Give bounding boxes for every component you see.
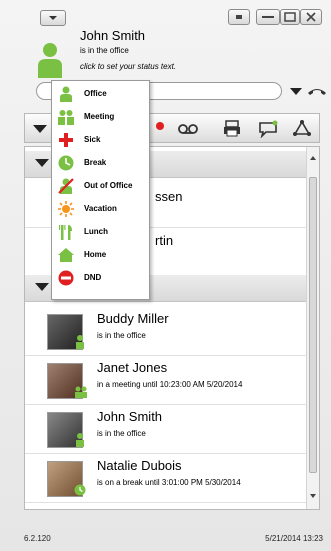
contact-status: is in the office (97, 331, 146, 340)
contact-name: Buddy Miller (97, 311, 169, 326)
conference-button[interactable] (291, 118, 313, 138)
contact-name: Natalie Dubois (97, 458, 182, 473)
scrollbar-thumb[interactable] (309, 177, 317, 473)
sun-icon (58, 201, 74, 217)
contact-name: John Smith (97, 409, 163, 424)
minimize-icon (262, 16, 274, 18)
contact-name: Janet Jones (97, 360, 168, 375)
status-dropdown-button[interactable] (289, 84, 303, 98)
status-menu-label: DND (84, 273, 102, 282)
close-icon (306, 12, 316, 22)
profile-name: John Smith (80, 28, 146, 43)
window-menu-button[interactable] (40, 10, 66, 26)
contact-name-fragment: ssen (155, 189, 183, 204)
house-icon (58, 248, 74, 262)
triangle-down-icon (290, 88, 302, 95)
contact-status: is in the office (97, 429, 146, 438)
status-menu: Office Meeting Sick Break Out of Office … (51, 80, 150, 300)
status-break-icon (74, 484, 86, 496)
contact-status: in a meeting until 10:23:00 AM 5/20/2014 (97, 380, 243, 389)
status-menu-label: Vacation (84, 204, 117, 213)
collapse-button[interactable] (29, 118, 51, 138)
person-slashed-icon (58, 178, 74, 194)
status-menu-label: Sick (84, 135, 101, 144)
voicemail-button[interactable] (177, 118, 199, 138)
fork-knife-icon (59, 225, 72, 240)
people-green-icon (58, 110, 74, 125)
badge-indicator (149, 116, 171, 136)
green-clock-icon (58, 155, 74, 171)
triangle-down-icon (35, 159, 49, 167)
profile-status-hint[interactable]: click to set your status text. (80, 62, 176, 71)
my-status-avatar-icon[interactable] (36, 42, 64, 78)
chat-bubble-icon (259, 120, 278, 139)
status-meeting-icon (75, 386, 87, 398)
chat-button[interactable] (257, 118, 279, 139)
status-menu-label: Office (84, 89, 107, 98)
version-label: 6.2.120 (24, 534, 51, 543)
chevron-down-icon (49, 16, 57, 20)
contact-row[interactable]: Natalie Dubois is on a break until 3:01:… (25, 454, 307, 503)
red-cross-icon (59, 133, 73, 147)
status-menu-label: Lunch (84, 227, 108, 236)
triangle-down-icon (33, 125, 47, 133)
status-menu-item-lunch[interactable]: Lunch (52, 221, 149, 244)
vertical-scrollbar[interactable] (306, 147, 319, 509)
contact-row[interactable]: John Smith is in the office (25, 405, 307, 454)
status-menu-label: Meeting (84, 112, 115, 121)
person-green-icon (60, 86, 72, 102)
status-menu-label: Home (84, 250, 107, 259)
printer-icon (224, 120, 240, 137)
status-menu-item-dnd[interactable]: DND (52, 267, 149, 290)
status-menu-item-out-of-office[interactable]: Out of Office (52, 175, 149, 198)
voicemail-icon (178, 124, 198, 134)
red-no-entry-icon (58, 270, 74, 286)
app-window: John Smith is in the office click to set… (0, 0, 331, 551)
status-office-icon (76, 335, 84, 349)
status-menu-item-home[interactable]: Home (52, 244, 149, 267)
close-button[interactable] (300, 9, 322, 25)
status-menu-item-sick[interactable]: Sick (52, 129, 149, 152)
minimize-button[interactable] (256, 9, 280, 25)
network-triangle-icon (293, 120, 311, 136)
triangle-down-icon (35, 283, 49, 291)
maximize-icon (284, 12, 296, 22)
hangup-button[interactable] (306, 82, 328, 100)
contact-status: is on a break until 3:01:00 PM 5/30/2014 (97, 478, 241, 487)
red-dot-icon (156, 122, 164, 130)
contact-name-fragment: rtin (155, 233, 174, 248)
scroll-up-icon[interactable] (308, 153, 318, 163)
status-menu-item-vacation[interactable]: Vacation (52, 198, 149, 221)
contact-row[interactable]: Buddy Miller is in the office (25, 307, 307, 356)
scroll-down-icon[interactable] (308, 491, 318, 501)
fax-button[interactable] (221, 118, 243, 138)
contact-row[interactable]: Janet Jones in a meeting until 10:23:00 … (25, 356, 307, 405)
maximize-button[interactable] (280, 9, 300, 25)
status-menu-item-meeting[interactable]: Meeting (52, 106, 149, 129)
profile-status: is in the office (80, 46, 129, 55)
datetime-label: 5/21/2014 13:23 (265, 534, 323, 543)
status-menu-label: Out of Office (84, 181, 133, 190)
status-office-icon (76, 433, 84, 447)
minimize-to-tray-button[interactable] (228, 9, 250, 25)
tray-icon (236, 15, 242, 19)
phone-hangup-icon (308, 89, 326, 95)
status-menu-item-break[interactable]: Break (52, 152, 149, 175)
status-menu-label: Break (84, 158, 107, 167)
status-menu-item-office[interactable]: Office (52, 83, 149, 106)
